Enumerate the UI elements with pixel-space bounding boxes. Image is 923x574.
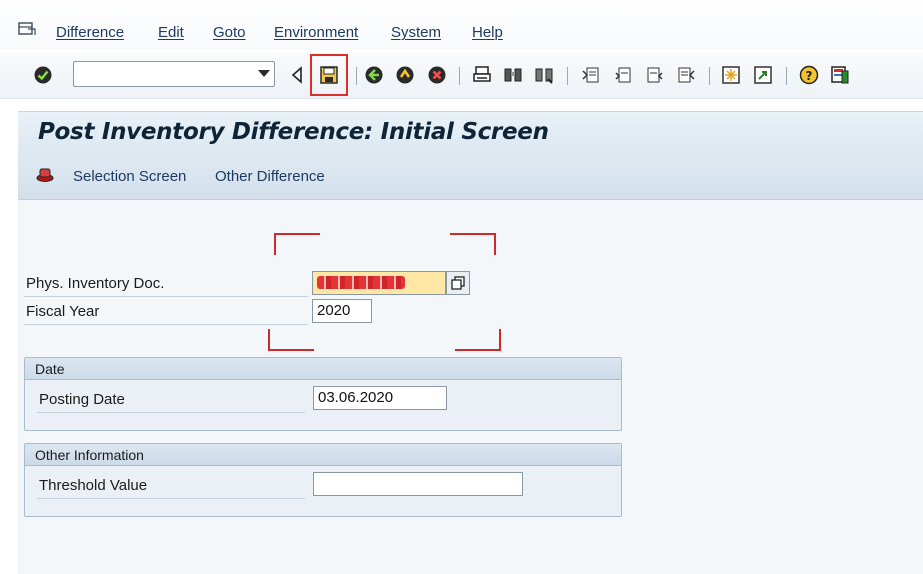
menu-system[interactable]: System <box>391 24 441 41</box>
redaction-scribble <box>317 276 405 289</box>
back-icon[interactable] <box>363 64 385 86</box>
customize-layout-icon[interactable] <box>829 64 851 86</box>
command-input[interactable] <box>78 63 252 87</box>
svg-text:?: ? <box>806 69 813 83</box>
selection-screen-icon[interactable] <box>35 167 55 183</box>
fiscal-year-label: Fiscal Year <box>26 303 100 320</box>
application-toolbar: Selection Screen Other Difference <box>18 153 923 200</box>
other-difference-button[interactable]: Other Difference <box>215 168 325 185</box>
highlight-bracket <box>274 233 320 255</box>
last-page-icon[interactable] <box>675 64 697 86</box>
highlight-bracket <box>450 233 496 255</box>
find-icon[interactable] <box>502 64 524 86</box>
posting-date-input[interactable]: 03.06.2020 <box>313 386 447 410</box>
first-page-icon[interactable] <box>580 64 602 86</box>
next-page-icon[interactable] <box>644 64 666 86</box>
toolbar-separator <box>356 67 357 85</box>
highlight-bracket <box>268 329 314 351</box>
work-area: Phys. Inventory Doc. Fiscal Year 2020 Da… <box>18 200 923 574</box>
menu-help[interactable]: Help <box>472 24 503 41</box>
enter-icon[interactable] <box>32 64 54 86</box>
standard-toolbar: ? <box>0 52 923 99</box>
posting-date-row: Posting Date <box>37 386 305 413</box>
toolbar-separator <box>709 67 710 85</box>
shortcut-icon[interactable] <box>752 64 774 86</box>
fiscal-year-row: Fiscal Year <box>24 298 308 325</box>
toolbar-separator <box>567 67 568 85</box>
previous-page-icon[interactable] <box>612 64 634 86</box>
other-information-group-title: Other Information <box>25 444 621 466</box>
posting-date-label: Posting Date <box>39 391 125 408</box>
menu-icon[interactable] <box>18 22 36 36</box>
toolbar-separator <box>459 67 460 85</box>
menu-difference[interactable]: Difference <box>56 24 124 41</box>
create-session-icon[interactable] <box>720 64 742 86</box>
threshold-value-label: Threshold Value <box>39 477 148 494</box>
exit-icon[interactable] <box>394 64 416 86</box>
cancel-icon[interactable] <box>426 64 448 86</box>
print-icon[interactable] <box>471 64 493 86</box>
fiscal-year-input[interactable]: 2020 <box>312 299 372 323</box>
find-next-icon[interactable] <box>533 64 555 86</box>
other-information-group: Other Information Threshold Value <box>24 443 622 517</box>
title-bar: Post Inventory Difference: Initial Scree… <box>18 111 923 154</box>
date-group-title: Date <box>25 358 621 380</box>
menu-goto[interactable]: Goto <box>213 24 246 41</box>
phys-inventory-doc-label: Phys. Inventory Doc. <box>26 275 165 292</box>
phys-inventory-doc-input[interactable] <box>312 271 446 295</box>
threshold-value-input[interactable] <box>313 472 523 496</box>
toolbar-separator <box>786 67 787 85</box>
collapse-triangle-icon[interactable] <box>286 64 308 86</box>
threshold-value-row: Threshold Value <box>37 472 305 499</box>
chevron-down-icon[interactable] <box>258 70 270 77</box>
selection-screen-button[interactable]: Selection Screen <box>73 168 186 185</box>
menu-bar: Difference Edit Goto Environment System … <box>0 0 923 50</box>
save-highlight-box <box>310 54 348 96</box>
date-group: Date Posting Date 03.06.2020 <box>24 357 622 431</box>
highlight-bracket <box>455 329 501 351</box>
page-title: Post Inventory Difference: Initial Scree… <box>38 119 549 145</box>
command-field[interactable] <box>73 61 275 87</box>
multiple-selection-icon[interactable] <box>446 271 470 295</box>
help-icon[interactable]: ? <box>798 64 820 86</box>
menu-edit[interactable]: Edit <box>158 24 184 41</box>
menu-environment[interactable]: Environment <box>274 24 358 41</box>
phys-inventory-doc-row: Phys. Inventory Doc. <box>24 270 308 297</box>
